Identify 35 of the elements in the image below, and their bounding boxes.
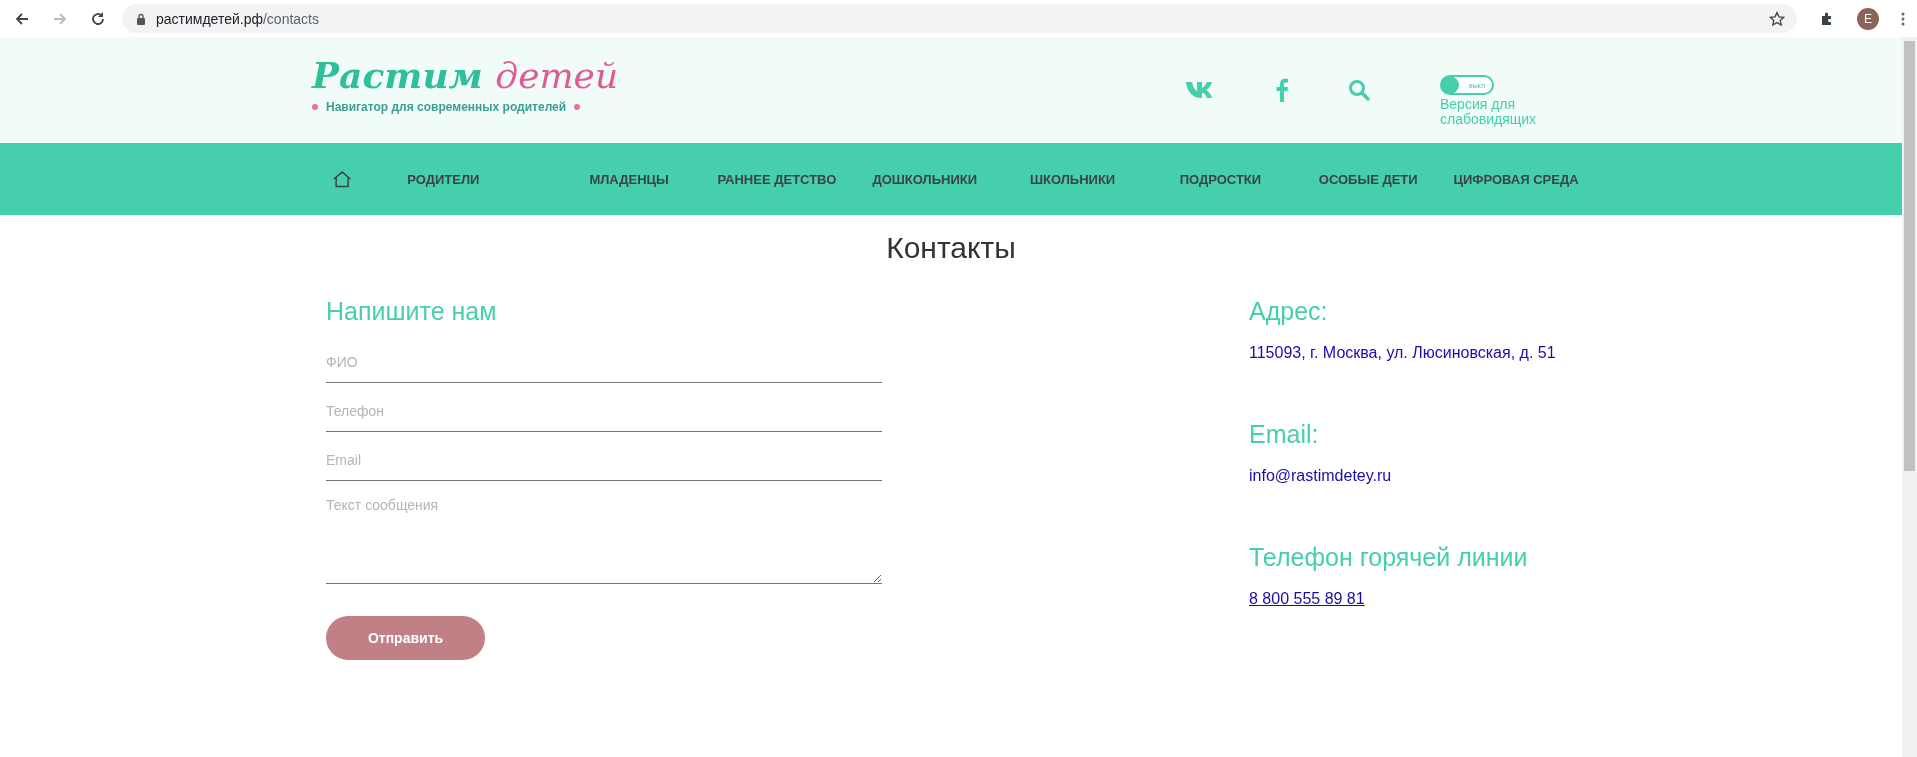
phone-link[interactable]: 8 800 555 89 81 xyxy=(1249,590,1556,608)
url-text: растимдетей.рф/contacts xyxy=(156,10,320,27)
contact-text: 115093, г. Москва, ул. Люсиновская, д. 51 xyxy=(1249,344,1556,362)
menu-icon[interactable] xyxy=(1901,10,1905,27)
nav-link[interactable]: ОСОБЫЕ ДЕТИ xyxy=(1294,171,1443,187)
profile-avatar[interactable]: E xyxy=(1857,7,1879,30)
dot-icon xyxy=(574,103,581,110)
lock-icon xyxy=(136,12,146,25)
logo-text[interactable]: Растим детей xyxy=(312,56,619,96)
submit-button[interactable]: Отправить xyxy=(326,616,485,660)
contact-heading: Email: xyxy=(1249,420,1320,449)
input-field[interactable]: Email xyxy=(326,446,882,481)
nav-link[interactable]: ПОДРОСТКИ xyxy=(1146,171,1295,187)
reload-icon[interactable] xyxy=(90,10,106,27)
contact-text: info@rastimdetey.ru xyxy=(1249,467,1393,485)
address-bar[interactable]: растимдетей.рф/contacts xyxy=(122,4,1797,33)
input-field[interactable]: Телефон xyxy=(326,397,882,432)
page-title: Контакты xyxy=(885,231,1017,265)
nav-link[interactable]: ШКОЛЬНИКИ xyxy=(998,171,1147,187)
nav-link[interactable]: РОДИТЕЛИ xyxy=(407,171,556,187)
form-heading: Напишите нам xyxy=(326,297,498,326)
logo-tagline: Навигатор для современных родителей xyxy=(326,99,567,114)
dot-icon xyxy=(312,103,318,110)
contact-heading: Телефон горячей линии xyxy=(1249,543,1529,572)
nav-link[interactable]: ДОШКОЛЬНИКИ xyxy=(850,171,999,187)
home-icon[interactable] xyxy=(332,170,353,188)
message-field[interactable]: Текст сообщения xyxy=(326,495,882,584)
star-icon[interactable] xyxy=(1769,10,1785,27)
input-field[interactable]: ФИО xyxy=(326,348,882,383)
back-icon[interactable] xyxy=(14,10,30,27)
nav-link[interactable]: ЦИФРОВАЯ СРЕДА xyxy=(1442,171,1590,187)
nav-link[interactable]: РАННЕЕ ДЕТСТВО xyxy=(703,171,851,187)
scrollbar[interactable] xyxy=(1902,37,1917,757)
nav-link[interactable]: МЛАДЕНЦЫ xyxy=(555,171,703,187)
contact-heading: Адрес: xyxy=(1249,297,1329,326)
